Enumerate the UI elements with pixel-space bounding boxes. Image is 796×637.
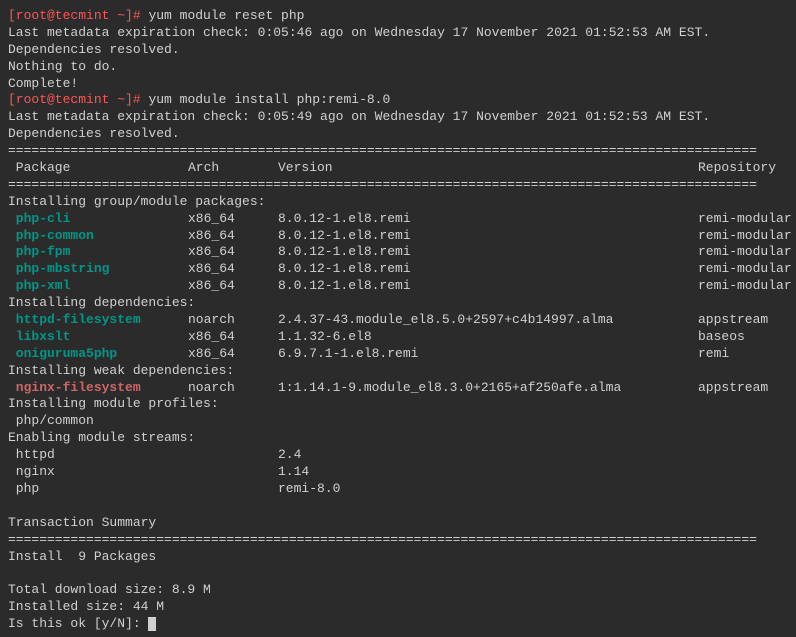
package-row: php-xmlx86_648.0.12-1.el8.remiremi-modul… [8, 278, 788, 295]
package-name: php-xml [8, 278, 188, 295]
package-row: nginx-filesystemnoarch1:1.14.1-9.module_… [8, 380, 788, 397]
package-version: 6.9.7.1-1.el8.remi [278, 346, 698, 363]
package-repo: appstream [698, 312, 768, 329]
header-arch: Arch [188, 160, 278, 177]
stream-name: nginx [8, 464, 188, 481]
package-arch: x86_64 [188, 346, 278, 363]
section-weak-deps: Installing weak dependencies: [8, 363, 788, 380]
section-dependencies: Installing dependencies: [8, 295, 788, 312]
package-name: php-common [8, 228, 188, 245]
package-arch: x86_64 [188, 278, 278, 295]
package-row: oniguruma5phpx86_646.9.7.1-1.el8.remirem… [8, 346, 788, 363]
package-repo: appstream [698, 380, 768, 397]
section-module-profiles: Installing module profiles: [8, 396, 788, 413]
package-row: libxsltx86_641.1.32-6.el8baseos [8, 329, 788, 346]
stream-row: php remi-8.0 [8, 481, 788, 498]
package-version: 8.0.12-1.el8.remi [278, 261, 698, 278]
package-row: httpd-filesystemnoarch2.4.37-43.module_e… [8, 312, 788, 329]
prompt-user-host: [root@tecmint ~]# [8, 8, 148, 23]
package-version: 1.1.32-6.el8 [278, 329, 698, 346]
package-version: 8.0.12-1.el8.remi [278, 278, 698, 295]
metadata-line-2: Last metadata expiration check: 0:05:49 … [8, 109, 788, 126]
package-row: php-fpmx86_648.0.12-1.el8.remiremi-modul… [8, 244, 788, 261]
download-size: Total download size: 8.9 M [8, 582, 788, 599]
stream-row: nginx 1.14 [8, 464, 788, 481]
package-repo: baseos [698, 329, 745, 346]
confirm-prompt[interactable]: Is this ok [y/N]: [8, 616, 788, 633]
package-repo: remi-modular [698, 244, 792, 261]
prompt-line-1: [root@tecmint ~]# yum module reset php [8, 8, 788, 25]
prompt-line-2: [root@tecmint ~]# yum module install php… [8, 92, 788, 109]
complete-line: Complete! [8, 76, 788, 93]
package-repo: remi [698, 346, 729, 363]
nothing-line: Nothing to do. [8, 59, 788, 76]
deps-resolved-line-2: Dependencies resolved. [8, 126, 788, 143]
package-version: 2.4.37-43.module_el8.5.0+2597+c4b14997.a… [278, 312, 698, 329]
stream-version: 1.14 [278, 464, 698, 481]
profile-line: php/common [8, 413, 788, 430]
separator: ========================================… [8, 143, 788, 160]
package-version: 8.0.12-1.el8.remi [278, 228, 698, 245]
package-arch: noarch [188, 312, 278, 329]
table-header: PackageArchVersionRepository [8, 160, 788, 177]
package-version: 1:1.14.1-9.module_el8.3.0+2165+af250afe.… [278, 380, 698, 397]
section-group-packages: Installing group/module packages: [8, 194, 788, 211]
transaction-summary: Transaction Summary [8, 515, 788, 532]
package-row: php-commonx86_648.0.12-1.el8.remiremi-mo… [8, 228, 788, 245]
package-row: php-clix86_648.0.12-1.el8.remiremi-modul… [8, 211, 788, 228]
header-version: Version [278, 160, 698, 177]
package-arch: x86_64 [188, 261, 278, 278]
package-version: 8.0.12-1.el8.remi [278, 211, 698, 228]
command-text: yum module install php:remi-8.0 [148, 92, 390, 107]
package-name: oniguruma5php [8, 346, 188, 363]
package-name: httpd-filesystem [8, 312, 188, 329]
package-repo: remi-modular [698, 228, 792, 245]
package-name: php-fpm [8, 244, 188, 261]
package-name: libxslt [8, 329, 188, 346]
terminal-output: [root@tecmint ~]# yum module reset php L… [8, 8, 788, 633]
confirm-text: Is this ok [y/N]: [8, 616, 148, 631]
stream-name: php [8, 481, 188, 498]
section-enabling-streams: Enabling module streams: [8, 430, 788, 447]
package-arch: x86_64 [188, 211, 278, 228]
package-repo: remi-modular [698, 261, 792, 278]
package-name: php-cli [8, 211, 188, 228]
header-repository: Repository [698, 160, 776, 177]
deps-resolved-line: Dependencies resolved. [8, 42, 788, 59]
package-name: php-mbstring [8, 261, 188, 278]
stream-version: 2.4 [278, 447, 698, 464]
blank-line [8, 565, 788, 582]
stream-row: httpd 2.4 [8, 447, 788, 464]
package-row: php-mbstringx86_648.0.12-1.el8.remiremi-… [8, 261, 788, 278]
header-package: Package [8, 160, 188, 177]
prompt-user-host: [root@tecmint ~]# [8, 92, 148, 107]
stream-name: httpd [8, 447, 188, 464]
package-repo: remi-modular [698, 278, 792, 295]
blank-line [8, 498, 788, 515]
package-arch: x86_64 [188, 329, 278, 346]
package-repo: remi-modular [698, 211, 792, 228]
install-count: Install 9 Packages [8, 549, 788, 566]
package-name: nginx-filesystem [8, 380, 188, 397]
installed-size: Installed size: 44 M [8, 599, 788, 616]
separator: ========================================… [8, 177, 788, 194]
package-arch: x86_64 [188, 244, 278, 261]
package-arch: noarch [188, 380, 278, 397]
metadata-line: Last metadata expiration check: 0:05:46 … [8, 25, 788, 42]
separator: ========================================… [8, 532, 788, 549]
package-version: 8.0.12-1.el8.remi [278, 244, 698, 261]
command-text: yum module reset php [148, 8, 304, 23]
package-arch: x86_64 [188, 228, 278, 245]
cursor-icon [148, 617, 156, 631]
stream-version: remi-8.0 [278, 481, 698, 498]
